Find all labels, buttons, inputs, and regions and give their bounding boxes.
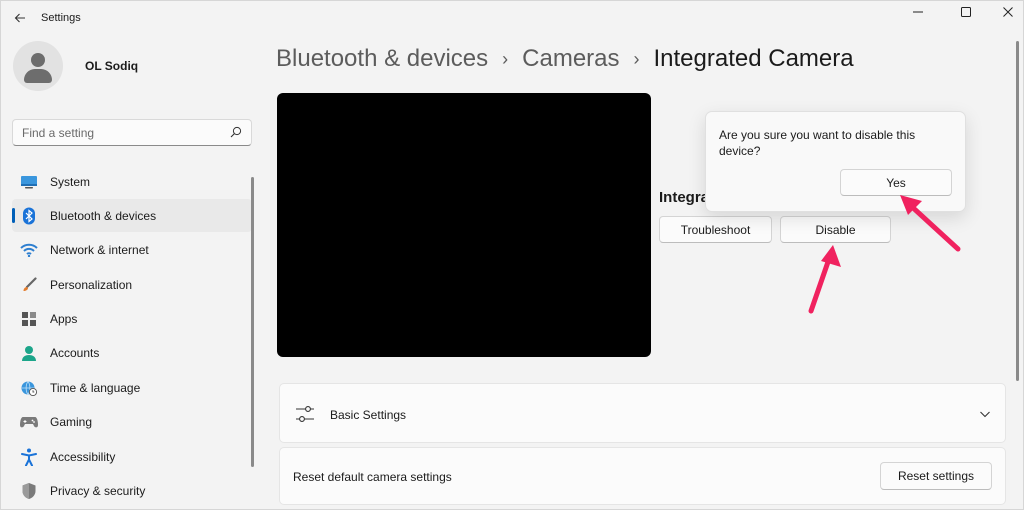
search-input[interactable]: [22, 125, 222, 140]
sidebar-item-label: Privacy & security: [50, 484, 146, 499]
brush-icon: [20, 276, 38, 294]
annotation-arrow-icon: [808, 245, 841, 314]
chevron-down-icon[interactable]: [979, 408, 991, 420]
troubleshoot-button[interactable]: Troubleshoot: [659, 216, 772, 243]
system-icon: [20, 173, 38, 191]
back-arrow-icon: [14, 13, 25, 23]
sidebar-item-label: Accessibility: [50, 449, 116, 464]
sidebar-item-apps[interactable]: Apps: [12, 303, 252, 336]
page-title: Integrated Camera: [653, 45, 854, 72]
bluetooth-icon: [20, 207, 38, 225]
sidebar-item-gaming[interactable]: Gaming: [12, 406, 252, 439]
breadcrumb-cameras[interactable]: Cameras: [522, 45, 619, 73]
sidebar-item-accessibility[interactable]: Accessibility: [12, 440, 252, 473]
search-box[interactable]: [12, 119, 252, 146]
app-title: Settings: [41, 12, 81, 24]
flyout-message: Are you sure you want to disable this de…: [719, 128, 916, 158]
minimize-button[interactable]: [895, 1, 941, 23]
basic-settings-label: Basic Settings: [330, 408, 407, 422]
search-icon[interactable]: [230, 126, 242, 138]
disable-confirmation-flyout: Are you sure you want to disable this de…: [705, 111, 966, 212]
sidebar-nav: System Bluetooth & devices Network & int…: [12, 165, 252, 509]
accounts-icon: [20, 344, 38, 362]
back-button[interactable]: [9, 7, 31, 29]
title-bar: Settings: [1, 1, 1023, 35]
disable-button[interactable]: Disable: [780, 216, 891, 243]
sidebar-item-label: Network & internet: [50, 243, 149, 258]
sidebar-item-label: Gaming: [50, 415, 93, 430]
breadcrumb-separator: ›: [633, 48, 640, 69]
yes-button[interactable]: Yes: [840, 169, 952, 196]
camera-device-name: Integrated Camera: [659, 189, 709, 206]
sidebar-item-system[interactable]: System: [12, 165, 252, 198]
minimize-icon: [913, 11, 923, 13]
sidebar-item-privacy-security[interactable]: Privacy & security: [12, 475, 252, 508]
accessibility-icon: [20, 448, 38, 466]
sidebar-item-label: Time & language: [50, 380, 141, 395]
profile-name: OL Sodiq: [85, 59, 139, 73]
sidebar-item-accounts[interactable]: Accounts: [12, 337, 252, 370]
user-profile[interactable]: OL Sodiq: [13, 41, 138, 91]
main-scrollbar[interactable]: [1016, 41, 1019, 381]
maximize-icon: [961, 7, 971, 17]
breadcrumb: Bluetooth & devices › Cameras › Integrat…: [276, 45, 854, 73]
sliders-icon: [296, 406, 314, 422]
maximize-button[interactable]: [943, 1, 989, 23]
sidebar-item-time-language[interactable]: Time & language: [12, 371, 252, 404]
sidebar-item-bluetooth-devices[interactable]: Bluetooth & devices: [12, 199, 252, 233]
close-icon: [1003, 7, 1013, 17]
basic-settings-row[interactable]: Basic Settings: [279, 383, 1006, 443]
settings-window: Settings OL Sodiq System: [0, 0, 1024, 510]
sidebar-item-label: System: [50, 174, 91, 189]
wifi-icon: [20, 241, 38, 259]
shield-icon: [20, 482, 38, 500]
sidebar-item-label: Accounts: [50, 346, 100, 361]
sidebar-item-personalization[interactable]: Personalization: [12, 268, 252, 301]
reset-settings-button[interactable]: Reset settings: [880, 462, 992, 490]
sidebar-item-label: Bluetooth & devices: [50, 208, 157, 223]
camera-preview: [277, 93, 651, 357]
reset-camera-row: Reset default camera settings Reset sett…: [279, 447, 1006, 505]
sidebar-item-label: Personalization: [50, 277, 133, 292]
sidebar-item-label: Apps: [50, 312, 78, 327]
avatar: [13, 41, 63, 91]
close-button[interactable]: [985, 1, 1024, 23]
sidebar-scrollbar[interactable]: [251, 177, 254, 467]
reset-label: Reset default camera settings: [293, 470, 452, 484]
gamepad-icon: [20, 413, 38, 431]
breadcrumb-separator: ›: [502, 48, 509, 69]
breadcrumb-bluetooth-devices[interactable]: Bluetooth & devices: [276, 45, 488, 73]
apps-icon: [20, 310, 38, 328]
sidebar-item-network-internet[interactable]: Network & internet: [12, 234, 252, 267]
globe-clock-icon: [20, 379, 38, 397]
